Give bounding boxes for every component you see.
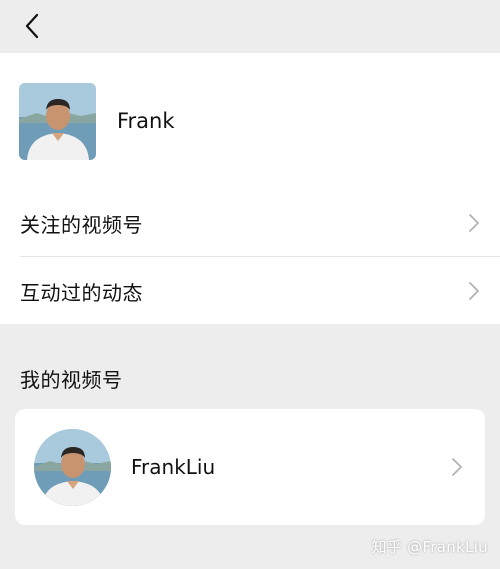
top-bar — [0, 0, 500, 53]
menu-item-label: 互动过的动态 — [20, 280, 143, 305]
profile-name: Frank — [117, 109, 175, 133]
my-channel-card[interactable]: FrankLiu — [15, 409, 485, 525]
chevron-right-icon — [451, 457, 463, 477]
chevron-right-icon — [468, 213, 480, 233]
back-button[interactable] — [14, 8, 50, 44]
chevron-right-icon — [468, 281, 480, 301]
user-photo-icon — [34, 428, 111, 506]
channel-account-name: FrankLiu — [131, 455, 216, 479]
channel-avatar — [34, 428, 111, 506]
profile-header: Frank — [0, 53, 500, 189]
avatar[interactable] — [19, 82, 96, 160]
chevron-left-icon — [23, 13, 41, 39]
menu-item-label: 关注的视频号 — [20, 212, 143, 237]
user-photo-icon — [19, 82, 96, 160]
profile-panel: Frank 关注的视频号 互动过的动态 — [0, 53, 500, 324]
section-title-my-channels: 我的视频号 — [20, 368, 123, 392]
menu-item-followed-channels[interactable]: 关注的视频号 — [0, 189, 500, 257]
watermark: 知乎 @FrankLiu — [371, 538, 488, 556]
menu-item-interacted-posts[interactable]: 互动过的动态 — [0, 257, 500, 325]
